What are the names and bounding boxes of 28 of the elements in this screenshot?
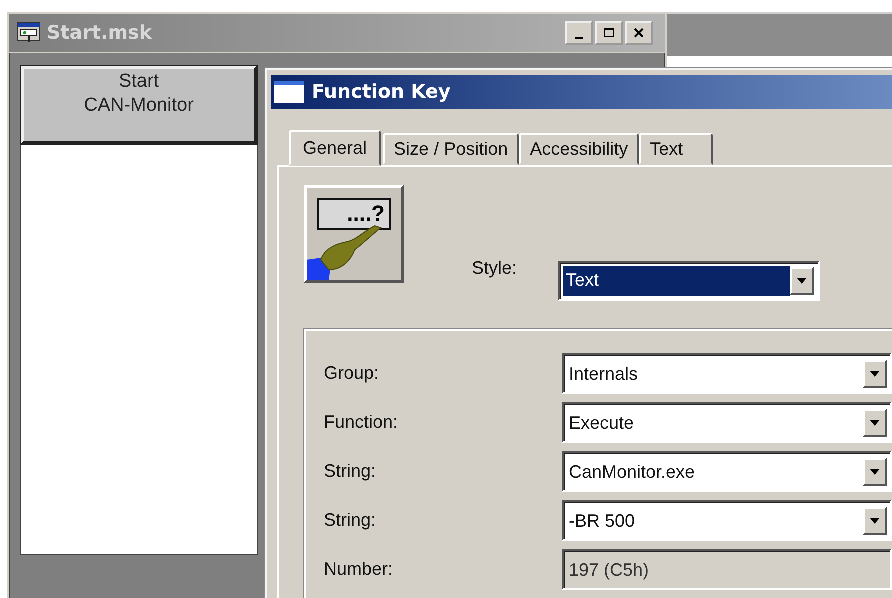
dropdown-field[interactable]: CanMonitor.exe (562, 451, 892, 492)
app-icon (17, 22, 41, 44)
minimize-button[interactable] (565, 21, 593, 45)
tab[interactable]: General (289, 130, 382, 166)
function-key-button[interactable]: ....? (304, 185, 404, 283)
window-icon (274, 81, 304, 103)
dropdown-field[interactable]: Execute (562, 402, 892, 443)
maximize-button[interactable] (595, 21, 623, 45)
field-label: Number: (324, 559, 394, 580)
tab[interactable]: Size / Position (383, 133, 520, 165)
field-label: Function: (324, 412, 400, 433)
tab[interactable]: Text (639, 133, 714, 165)
start-button[interactable]: Start CAN-Monitor (21, 66, 257, 144)
window-title: Start.msk (47, 22, 154, 44)
field-label: String: (324, 510, 378, 531)
style-label: Style: (472, 258, 518, 279)
minimize-icon (575, 37, 583, 39)
dropdown-field[interactable]: Internals (562, 353, 892, 394)
tab[interactable]: Accessibility (519, 133, 640, 165)
maximize-icon (603, 27, 615, 39)
close-icon (633, 27, 645, 39)
close-button[interactable] (625, 21, 653, 45)
dialog-title: Function Key (312, 81, 451, 103)
readonly-field: 197 (C5h) (562, 549, 892, 590)
field-label: String: (324, 461, 378, 482)
dropdown-field[interactable]: -BR 500 (562, 500, 892, 541)
style-dropdown[interactable]: Text (558, 261, 820, 301)
field-label: Group: (324, 363, 380, 384)
